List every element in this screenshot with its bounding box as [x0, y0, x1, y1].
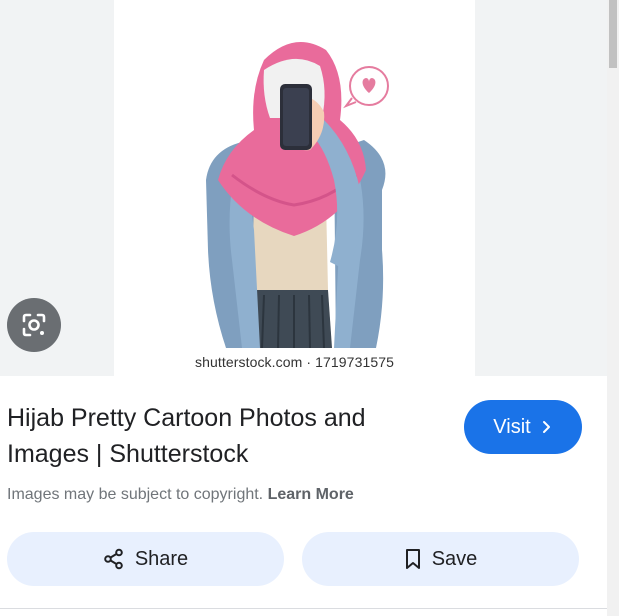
learn-more-link[interactable]: Learn More: [268, 486, 354, 503]
visit-button[interactable]: Visit: [464, 400, 582, 454]
image-preview-area: shutterstock.com · 1719731575: [0, 0, 607, 376]
chevron-right-icon: [542, 421, 550, 433]
copyright-notice: Images may be subject to copyright. Lear…: [7, 486, 354, 504]
copyright-text: Images may be subject to copyright.: [7, 486, 264, 503]
preview-image[interactable]: shutterstock.com · 1719731575: [114, 0, 475, 376]
scrollbar[interactable]: [607, 0, 619, 616]
save-button[interactable]: Save: [302, 532, 579, 586]
share-icon: [104, 548, 123, 570]
bookmark-icon: [405, 549, 420, 569]
lens-icon: [22, 313, 46, 337]
result-title[interactable]: Hijab Pretty Cartoon Photos and Images |…: [7, 400, 447, 472]
lens-search-button[interactable]: [7, 298, 61, 352]
image-watermark: shutterstock.com · 1719731575: [194, 354, 395, 370]
divider: [0, 608, 607, 609]
visit-label: Visit: [493, 415, 531, 438]
share-button[interactable]: Share: [7, 532, 284, 586]
scrollbar-thumb[interactable]: [609, 0, 617, 68]
share-label: Share: [134, 547, 189, 570]
hijab-cartoon-illustration: [206, 42, 389, 349]
save-label: Save: [431, 547, 478, 570]
